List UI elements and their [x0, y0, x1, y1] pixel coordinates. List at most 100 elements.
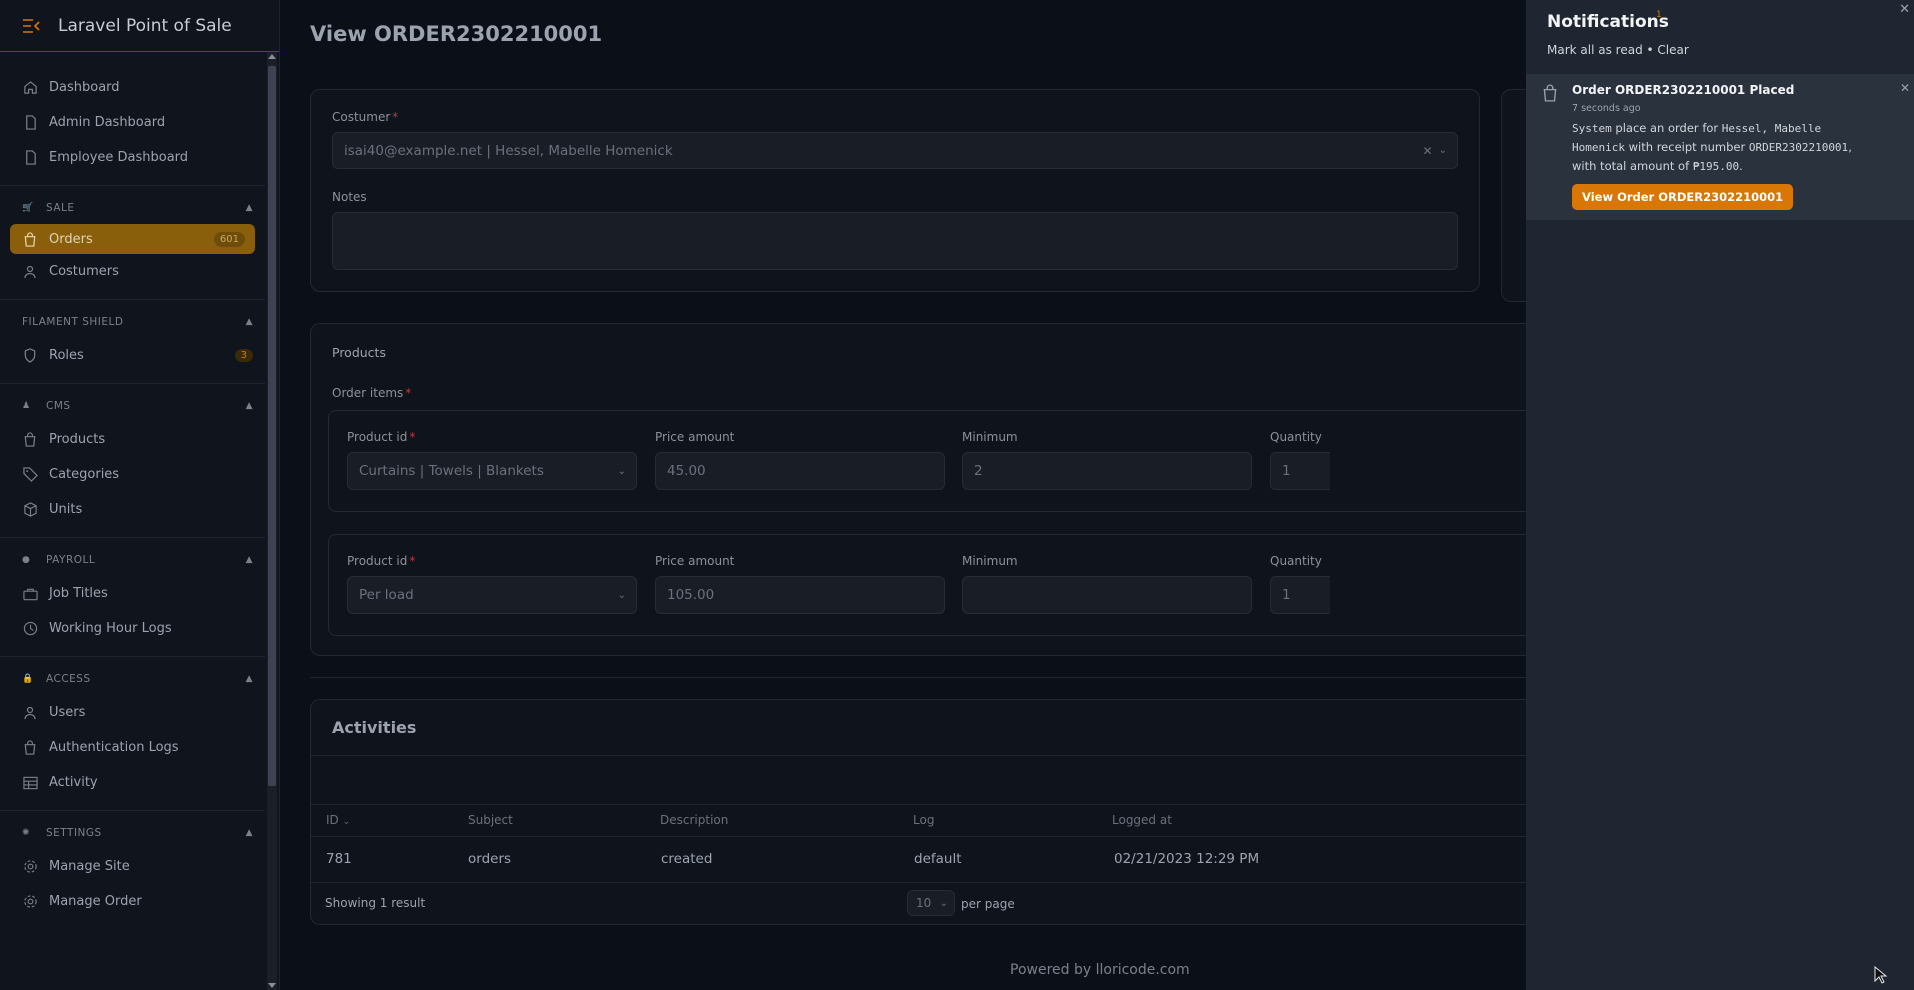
collapse-menu-icon[interactable] [22, 18, 40, 33]
sidebar-scrollbar[interactable] [267, 52, 277, 990]
chevron-down-icon: ⌄ [939, 897, 948, 909]
sidebar-group-filament-shield[interactable]: FILAMENT SHIELD ▲ [0, 306, 265, 338]
shopping-bag-icon [22, 231, 38, 247]
cell-logged-at: 02/21/2023 12:29 PM [1114, 851, 1260, 867]
chevron-down-icon[interactable]: ⌄ [1439, 145, 1447, 156]
divider [0, 185, 265, 186]
order-items-label-text: Order items [332, 386, 404, 400]
quantity-input[interactable]: 1 [1270, 576, 1330, 614]
close-icon[interactable]: ✕ [1899, 2, 1910, 17]
shopping-bag-icon [1542, 84, 1558, 106]
products-card: Products Order items * Product id * Curtai… [310, 323, 1571, 656]
price-amount-label: Price amount [655, 430, 735, 444]
per-page-select[interactable]: 10 ⌄ [907, 890, 955, 916]
shopping-bag-icon [22, 432, 38, 448]
notification-time: 7 seconds ago [1572, 103, 1641, 114]
clear-icon[interactable]: ✕ [1423, 144, 1433, 158]
sidebar-item-label: Units [49, 502, 83, 517]
notes-textarea[interactable] [332, 212, 1458, 270]
sidebar-item-working-hour-logs[interactable]: Working Hour Logs [0, 611, 265, 646]
view-order-button[interactable]: View Order ORDER2302210001 [1572, 184, 1794, 210]
price-amount-input[interactable]: 45.00 [655, 452, 945, 490]
column-header-label: ID [326, 813, 339, 827]
sidebar-item-activity[interactable]: Activity [0, 765, 265, 800]
mark-all-read-link[interactable]: Mark all as read [1547, 43, 1643, 57]
notification-title: Order ORDER2302210001 Placed [1572, 83, 1795, 97]
sidebar-item-job-titles[interactable]: Job Titles [0, 576, 265, 611]
sidebar-group-access[interactable]: 🔒 ACCESS ▲ [0, 663, 265, 695]
close-icon[interactable]: ✕ [1900, 81, 1910, 95]
costumer-select[interactable]: isai40@example.net | Hessel, Mabelle Hom… [332, 132, 1458, 169]
sidebar-item-label: Authentication Logs [49, 740, 179, 755]
scroll-down-arrow-icon[interactable] [268, 983, 276, 988]
body-text: with receipt number [1624, 140, 1749, 154]
product-id-label: Product id * [347, 430, 415, 444]
sidebar-item-manage-order[interactable]: Manage Order [0, 884, 265, 919]
quantity-input[interactable]: 1 [1270, 452, 1330, 490]
page-title: View ORDER2302210001 [310, 22, 603, 46]
minimum-input[interactable] [962, 576, 1252, 614]
divider [311, 882, 1570, 883]
group-label: PAYROLL [46, 554, 96, 566]
scrollbar-thumb[interactable] [268, 66, 276, 786]
sidebar-item-label: Products [49, 432, 106, 447]
chevron-up-icon: ▲ [245, 828, 253, 838]
column-header-logged-at: Logged at [1112, 813, 1172, 827]
app-title[interactable]: Laravel Point of Sale [58, 16, 232, 36]
clear-link[interactable]: Clear [1657, 43, 1688, 57]
sidebar-item-roles[interactable]: Roles 3 [0, 338, 265, 373]
sidebar-group-sale[interactable]: 🛒 SALE ▲ [0, 192, 265, 224]
sidebar-group-cms[interactable]: ♟ CMS ▲ [0, 390, 265, 422]
chevron-down-icon[interactable]: ⌄ [618, 466, 626, 477]
divider [311, 804, 1570, 805]
minimum-input[interactable]: 2 [962, 452, 1252, 490]
chevron-up-icon: ▲ [245, 401, 253, 411]
column-header-id[interactable]: ID ⌄ [326, 813, 350, 827]
shield-icon [22, 348, 38, 364]
scroll-up-arrow-icon[interactable] [268, 54, 276, 59]
cube-icon [22, 502, 38, 518]
sidebar-item-units[interactable]: Units [0, 492, 265, 527]
sidebar-item-manage-site[interactable]: Manage Site [0, 849, 265, 884]
product-id-select[interactable]: Curtains | Towels | Blankets ⌄ [347, 452, 637, 490]
shopping-bag-icon [22, 740, 38, 756]
sidebar-item-dashboard[interactable]: Dashboard [0, 70, 265, 105]
person-icon: ♟ [22, 401, 31, 411]
divider [311, 836, 1570, 837]
cell-subject: orders [468, 851, 512, 867]
sidebar-item-users[interactable]: Users [0, 695, 265, 730]
sidebar-item-admin-dashboard[interactable]: Admin Dashboard [0, 105, 265, 140]
activities-title: Activities [332, 718, 417, 737]
per-page-value: 10 [916, 896, 932, 910]
pagination-summary: Showing 1 result [325, 896, 426, 910]
sidebar-item-employee-dashboard[interactable]: Employee Dashboard [0, 140, 265, 175]
mouse-cursor-icon [1874, 965, 1888, 988]
product-id-select[interactable]: Per load ⌄ [347, 576, 637, 614]
price-amount-input[interactable]: 105.00 [655, 576, 945, 614]
costumer-label: Costumer * [332, 110, 398, 124]
notes-label: Notes [332, 190, 367, 204]
notifications-count-badge: 1 [1656, 10, 1662, 20]
table-icon [22, 775, 38, 791]
minimum-label: Minimum [962, 554, 1018, 568]
sidebar-item-costumers[interactable]: Costumers [0, 254, 265, 289]
gear-icon [22, 859, 38, 875]
sidebar-item-label: Employee Dashboard [49, 150, 189, 165]
sidebar-item-products[interactable]: Products [0, 422, 265, 457]
sidebar-item-orders[interactable]: Orders 601 [10, 224, 255, 254]
required-marker: * [409, 554, 416, 568]
document-icon [22, 115, 38, 131]
sidebar-item-label: Costumers [49, 264, 119, 279]
group-label: FILAMENT SHIELD [22, 316, 124, 328]
chevron-down-icon[interactable]: ⌄ [618, 590, 626, 601]
sidebar-item-label: Activity [49, 775, 98, 790]
sidebar-item-authentication-logs[interactable]: Authentication Logs [0, 730, 265, 765]
order-form-card: Costumer * isai40@example.net | Hessel, M… [310, 89, 1480, 292]
sidebar-group-settings[interactable]: ✺ SETTINGS ▲ [0, 817, 265, 849]
sidebar-item-label: Admin Dashboard [49, 115, 166, 130]
body-receipt: ORDER2302210001 [1748, 141, 1849, 154]
sidebar-item-categories[interactable]: Categories [0, 457, 265, 492]
sidebar-group-payroll[interactable]: ● PAYROLL ▲ [0, 544, 265, 576]
footer-text[interactable]: Powered by lloricode.com [1010, 962, 1190, 978]
group-label: SETTINGS [46, 827, 102, 839]
